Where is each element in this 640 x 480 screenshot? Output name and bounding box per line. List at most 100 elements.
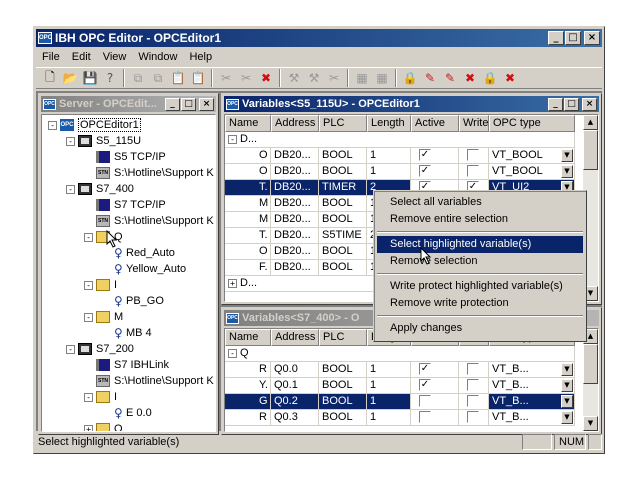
- tree-node[interactable]: STN S:\Hotline\Support K: [84, 165, 214, 181]
- collapse-icon[interactable]: -: [84, 280, 93, 290]
- server-window-titlebar[interactable]: OPC Server - OPCEdit... _ □ ×: [41, 96, 216, 112]
- expand-icon[interactable]: +: [84, 424, 93, 431]
- close-button[interactable]: ×: [584, 31, 600, 45]
- cell-active[interactable]: [411, 410, 459, 426]
- cell-type[interactable]: VT_BOOL ▼: [489, 148, 575, 164]
- server-tree[interactable]: - OPC OPCEditor1- S5_115U S5 TCP/IP STN S:\Hot…: [41, 114, 216, 432]
- cell-type[interactable]: VT_B... ▼: [489, 394, 575, 410]
- tree-node[interactable]: STN S:\Hotline\Support K: [84, 373, 214, 389]
- active-checkbox[interactable]: [419, 395, 431, 407]
- toolbar-scissors-icon[interactable]: ✂: [324, 69, 344, 87]
- toolbar-copy-icon[interactable]: ⧉: [128, 69, 148, 87]
- collapse-icon[interactable]: -: [66, 344, 75, 354]
- dropdown-arrow-icon[interactable]: ▼: [561, 395, 573, 408]
- server-close-button[interactable]: ×: [199, 98, 214, 111]
- table-row[interactable]: O DB20... BOOL 1 ✓ VT_BOOL ▼: [225, 148, 575, 164]
- context-item-write-protect-highlighted-variable-s[interactable]: Write protect highlighted variable(s): [377, 278, 583, 295]
- active-checkbox[interactable]: ✓: [419, 149, 431, 161]
- table-row[interactable]: R Q0.3 BOOL 1 VT_B... ▼: [225, 410, 575, 426]
- toolbar-cut-icon[interactable]: ✂: [216, 69, 236, 87]
- column-header-plc[interactable]: PLC: [319, 115, 367, 132]
- column-header-length[interactable]: Length: [367, 115, 411, 132]
- toolbar-help-icon[interactable]: ?: [100, 69, 120, 87]
- dropdown-arrow-icon[interactable]: ▼: [561, 411, 573, 424]
- table-row[interactable]: O DB20... BOOL 1 ✓ VT_BOOL ▼: [225, 164, 575, 180]
- cell-write[interactable]: [459, 394, 489, 410]
- group-row[interactable]: -Q: [225, 346, 575, 362]
- column-header-opc-type[interactable]: OPC type: [489, 115, 575, 132]
- toolbar-open-icon[interactable]: 📂: [60, 69, 80, 87]
- tree-node[interactable]: -M: [84, 309, 123, 325]
- cell-active[interactable]: ✓: [411, 148, 459, 164]
- write-checkbox[interactable]: [467, 395, 479, 407]
- scroll-up-icon[interactable]: ▲: [583, 115, 598, 130]
- scroll-thumb[interactable]: [583, 130, 598, 170]
- tree-node[interactable]: - S7_200: [66, 341, 134, 357]
- active-checkbox[interactable]: ✓: [419, 165, 431, 177]
- vertical-scrollbar[interactable]: ▲ ▼: [583, 329, 598, 431]
- toolbar-lock-icon[interactable]: 🔒: [400, 69, 420, 87]
- write-checkbox[interactable]: [467, 411, 479, 423]
- tree-node[interactable]: ♀ MB 4: [102, 325, 152, 341]
- toolbar-cut-icon[interactable]: ✂: [236, 69, 256, 87]
- tree-node[interactable]: ♀ E 0.0: [102, 405, 152, 421]
- active-checkbox[interactable]: ✓: [419, 379, 431, 391]
- active-checkbox[interactable]: ✓: [419, 363, 431, 375]
- dropdown-arrow-icon[interactable]: ▼: [561, 165, 573, 178]
- toolbar-delete-icon[interactable]: ✖: [256, 69, 276, 87]
- tree-node[interactable]: - S7_400: [66, 181, 134, 197]
- variables-s5-titlebar[interactable]: OPC Variables<S5_115U> - OPCEditor1 _ □ …: [224, 96, 599, 112]
- write-checkbox[interactable]: [467, 165, 479, 177]
- server-minimize-button[interactable]: _: [165, 98, 180, 111]
- toolbar-paste-icon[interactable]: 📋: [188, 69, 208, 87]
- cell-write[interactable]: [459, 148, 489, 164]
- menu-edit[interactable]: Edit: [66, 51, 97, 63]
- table-row[interactable]: G Q0.2 BOOL 1 VT_B... ▼: [225, 394, 575, 410]
- main-titlebar[interactable]: OPC IBH OPC Editor - OPCEditor1 _ □ ×: [36, 29, 602, 47]
- context-item-remove-selection[interactable]: Remove selection: [377, 253, 583, 270]
- tree-node[interactable]: ♀ Yellow_Auto: [102, 261, 186, 277]
- context-item-select-highlighted-variable-s[interactable]: Select highlighted variable(s): [377, 236, 583, 253]
- toolbar-tool-icon[interactable]: ⚒: [284, 69, 304, 87]
- toolbar-grid-icon[interactable]: ▦: [372, 69, 392, 87]
- toolbar-save-icon[interactable]: 💾: [80, 69, 100, 87]
- cell-type[interactable]: VT_B... ▼: [489, 378, 575, 394]
- context-item-remove-entire-selection[interactable]: Remove entire selection: [377, 211, 583, 228]
- vars1-maximize-button[interactable]: □: [564, 98, 579, 111]
- vars1-minimize-button[interactable]: _: [548, 98, 563, 111]
- context-item-select-all-variables[interactable]: Select all variables: [377, 194, 583, 211]
- tree-node[interactable]: - OPC OPCEditor1: [48, 117, 141, 133]
- menu-view[interactable]: View: [97, 51, 133, 63]
- toolbar-paste-icon[interactable]: 📋: [168, 69, 188, 87]
- cell-active[interactable]: ✓: [411, 362, 459, 378]
- variables-s7-grid[interactable]: NameAddressPLCLengthActiveWriteOPC type-…: [224, 328, 599, 432]
- server-maximize-button[interactable]: □: [181, 98, 196, 111]
- column-header-plc[interactable]: PLC: [319, 329, 367, 346]
- tree-node[interactable]: S5 TCP/IP: [84, 149, 166, 165]
- maximize-button[interactable]: □: [565, 31, 581, 45]
- tree-node[interactable]: -I: [84, 389, 117, 405]
- cell-write[interactable]: [459, 362, 489, 378]
- expand-icon[interactable]: +: [228, 279, 237, 288]
- collapse-icon[interactable]: -: [228, 135, 237, 144]
- collapse-icon[interactable]: -: [66, 136, 75, 146]
- scroll-thumb[interactable]: [583, 344, 598, 384]
- tree-node[interactable]: - S5_115U: [66, 133, 141, 149]
- menu-help[interactable]: Help: [183, 51, 218, 63]
- scroll-down-icon[interactable]: ▼: [583, 416, 598, 431]
- cell-active[interactable]: ✓: [411, 378, 459, 394]
- tree-node[interactable]: + O: [84, 421, 123, 431]
- menu-window[interactable]: Window: [132, 51, 183, 63]
- column-header-name[interactable]: Name: [225, 329, 271, 346]
- write-checkbox[interactable]: [467, 363, 479, 375]
- column-header-address[interactable]: Address: [271, 115, 319, 132]
- cell-active[interactable]: ✓: [411, 164, 459, 180]
- tree-node[interactable]: STN S:\Hotline\Support K: [84, 213, 214, 229]
- column-header-name[interactable]: Name: [225, 115, 271, 132]
- column-header-active[interactable]: Active: [411, 115, 459, 132]
- collapse-icon[interactable]: -: [228, 349, 237, 358]
- dropdown-arrow-icon[interactable]: ▼: [561, 363, 573, 376]
- cell-write[interactable]: [459, 164, 489, 180]
- toolbar-new-icon[interactable]: 🗋: [40, 69, 60, 87]
- toolbar-grid-icon[interactable]: ▦: [352, 69, 372, 87]
